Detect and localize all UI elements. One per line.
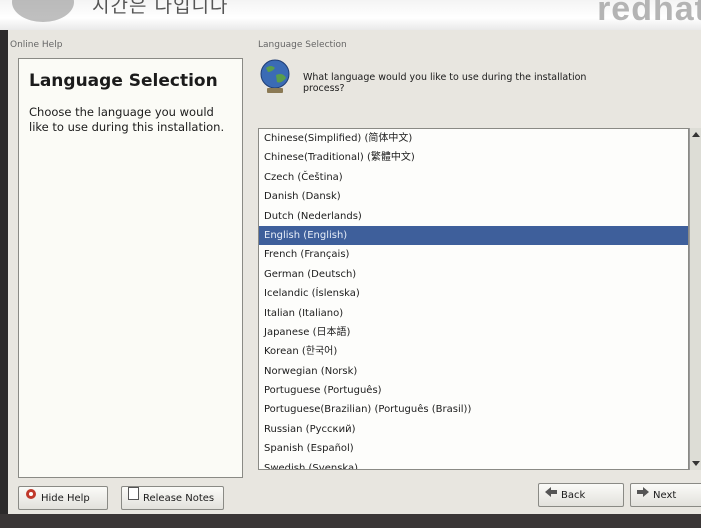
next-arrow-icon — [637, 484, 649, 506]
top-banner: 시간은 다입니다 redhat — [0, 0, 701, 30]
release-notes-button[interactable]: Release Notes — [121, 486, 224, 510]
language-item[interactable]: Italian (Italiano) — [259, 304, 688, 323]
banner-logo-swoosh — [12, 0, 74, 22]
back-arrow-icon — [545, 484, 557, 506]
language-item[interactable]: Japanese (日本語) — [259, 323, 688, 342]
language-item[interactable]: Icelandic (Íslenska) — [259, 284, 688, 303]
document-icon — [128, 487, 139, 509]
back-button[interactable]: Back — [538, 483, 624, 507]
language-item[interactable]: Spanish (Español) — [259, 439, 688, 458]
release-notes-label: Release Notes — [143, 493, 215, 504]
help-title: Language Selection — [29, 71, 218, 91]
language-list-scrollbar[interactable] — [689, 128, 701, 470]
language-item[interactable]: French (Français) — [259, 245, 688, 264]
language-item[interactable]: Portuguese(Brazilian) (Português (Brasil… — [259, 400, 688, 419]
back-label: Back — [561, 490, 586, 501]
scroll-down-arrow[interactable] — [692, 461, 700, 466]
help-icon — [25, 487, 37, 509]
redhat-logo: redhat — [597, 0, 701, 28]
language-item[interactable]: Portuguese (Português) — [259, 381, 688, 400]
help-body: Choose the language you would like to us… — [29, 105, 225, 134]
language-item[interactable]: Dutch (Nederlands) — [259, 207, 688, 226]
next-label: Next — [653, 490, 677, 501]
hide-help-button[interactable]: Hide Help — [18, 486, 108, 510]
language-item[interactable]: Czech (Čeština) — [259, 168, 688, 187]
language-question: What language would you like to use duri… — [303, 72, 587, 94]
next-button[interactable]: Next — [630, 483, 701, 507]
scroll-up-arrow[interactable] — [692, 132, 700, 137]
language-list[interactable]: Chinese(Simplified) (简体中文) Chinese(Tradit… — [258, 128, 689, 470]
language-item[interactable]: Swedish (Svenska) — [259, 459, 688, 469]
language-item[interactable]: German (Deutsch) — [259, 265, 688, 284]
banner-caption-text: 시간은 다입니다 — [92, 0, 229, 17]
language-item[interactable]: Norwegian (Norsk) — [259, 362, 688, 381]
language-item[interactable]: Danish (Dansk) — [259, 187, 688, 206]
language-item[interactable]: Chinese(Simplified) (简体中文) — [259, 129, 688, 148]
language-item[interactable]: Korean (한국어) — [259, 342, 688, 361]
screen-bottom-edge — [0, 514, 701, 528]
globe-icon — [260, 59, 290, 93]
online-help-header: Online Help — [10, 40, 63, 50]
language-item[interactable]: Russian (Русский) — [259, 420, 688, 439]
language-item[interactable]: Chinese(Traditional) (繁體中文) — [259, 148, 688, 167]
help-panel: Language Selection Choose the language y… — [18, 58, 243, 478]
language-item[interactable]: English (English) — [259, 225, 688, 246]
section-header: Language Selection — [258, 40, 347, 50]
hide-help-label: Hide Help — [41, 493, 90, 504]
